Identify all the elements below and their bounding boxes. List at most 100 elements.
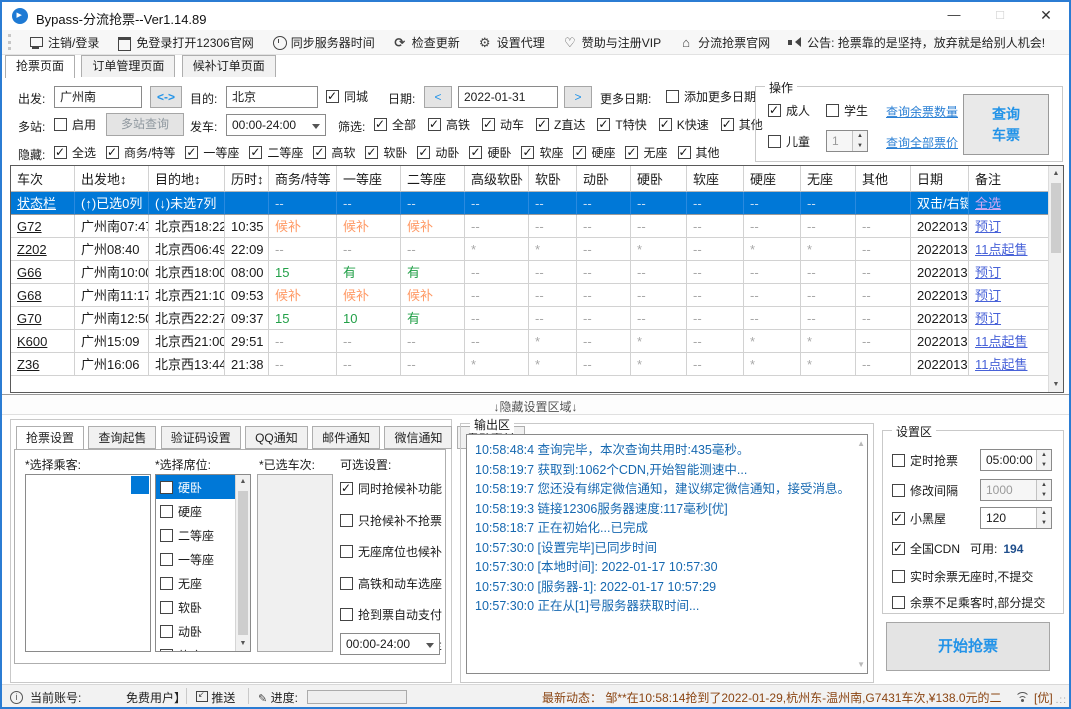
seat-option[interactable]: 二等座	[156, 523, 235, 547]
add-more-dates-checkbox[interactable]: 添加更多日期	[666, 88, 756, 105]
seat-filter-checkbox[interactable]: 其他	[677, 144, 720, 161]
seat-option[interactable]: 无座	[156, 571, 235, 595]
page-tab[interactable]: 订单管理页面	[81, 55, 176, 77]
seat-filter-checkbox[interactable]: 动卧	[417, 144, 459, 161]
same-city-checkbox[interactable]: 同城	[326, 88, 368, 105]
settings-tab[interactable]: 验证码设置	[160, 426, 241, 449]
column-header[interactable]: 日期	[911, 166, 969, 192]
train-number-link[interactable]: G70	[11, 307, 75, 330]
train-type-checkbox[interactable]: 动车	[482, 116, 524, 133]
spinner-arrows-icon[interactable]: ▲ ▼	[1036, 480, 1051, 500]
train-type-checkbox[interactable]: Z直达	[536, 116, 585, 133]
noseat-checkbox[interactable]: 实时余票无座时,不提交	[892, 568, 1033, 585]
seat-filter-checkbox[interactable]: 硬座	[573, 144, 615, 161]
date-input[interactable]: 2022-01-31	[458, 86, 558, 108]
toolbar-item[interactable]: 同步服务器时间	[263, 30, 384, 55]
date-next-button[interactable]: >	[564, 86, 592, 108]
column-header[interactable]: 动卧	[577, 166, 631, 192]
table-row[interactable]: Z36 广州16:06 北京西13:44 21:38 -- -- -- * * …	[11, 353, 1049, 376]
depart-input[interactable]: 广州南	[54, 86, 142, 108]
query-remaining-link[interactable]: 查询余票数量	[886, 103, 958, 120]
train-number-link[interactable]: K600	[11, 330, 75, 353]
child-count-spinner[interactable]: 1 ▲ ▼	[826, 130, 868, 152]
column-header[interactable]: 无座	[801, 166, 856, 192]
passenger-selection-cell[interactable]	[131, 476, 149, 494]
seat-filter-checkbox[interactable]: 软座	[521, 144, 563, 161]
multi-enable-checkbox[interactable]: 启用	[54, 116, 96, 133]
spinner-arrows-icon[interactable]: ▲ ▼	[1036, 450, 1051, 470]
option-checkbox[interactable]: 无座席位也候补	[340, 543, 442, 560]
settings-tab[interactable]: 抢票设置	[16, 426, 85, 450]
spinner-arrows-icon[interactable]: ▲ ▼	[1036, 508, 1051, 528]
train-number-link[interactable]: G68	[11, 284, 75, 307]
table-row[interactable]: G70 广州南12:50 北京西22:27 09:37 15 10 有 -- -…	[11, 307, 1049, 330]
child-checkbox[interactable]: 儿童	[768, 133, 810, 150]
status-row-label[interactable]: 状态栏	[11, 192, 75, 215]
train-number-link[interactable]: Z202	[11, 238, 75, 261]
option-checkbox[interactable]: 高铁和动车选座	[340, 575, 442, 592]
book-link[interactable]: 11点起售	[969, 330, 1049, 353]
train-type-checkbox[interactable]: 全部	[374, 116, 416, 133]
seat-filter-checkbox[interactable]: 硬卧	[469, 144, 511, 161]
toolbar-item[interactable]: 检查更新	[384, 30, 469, 55]
date-prev-button[interactable]: <	[424, 86, 452, 108]
page-tab[interactable]: 抢票页面	[5, 55, 76, 78]
dest-input[interactable]: 北京	[226, 86, 318, 108]
grab-time-combobox[interactable]: 00:00-24:00	[340, 633, 440, 655]
scroll-up-icon[interactable]: ▲	[857, 439, 865, 448]
column-header[interactable]: 出发地↕	[75, 166, 149, 192]
start-grab-button[interactable]: 开始抢票	[886, 622, 1050, 671]
column-header[interactable]: 一等座	[337, 166, 401, 192]
settings-tab[interactable]: 邮件通知	[312, 426, 381, 449]
swap-stations-button[interactable]: <->	[150, 86, 182, 108]
seat-option[interactable]: 动卧	[156, 619, 235, 643]
option-checkbox[interactable]: 同时抢候补功能	[340, 480, 442, 497]
column-header[interactable]: 二等座	[401, 166, 465, 192]
multi-station-query-button[interactable]: 多站查询	[106, 113, 184, 136]
scroll-down-icon[interactable]: ▼	[1049, 377, 1063, 392]
close-button[interactable]: ✕	[1023, 2, 1069, 30]
selected-trains-listbox[interactable]	[257, 474, 333, 652]
settings-tab[interactable]: QQ通知	[245, 426, 308, 449]
interval-spinner[interactable]: 1000 ▲ ▼	[980, 479, 1052, 501]
toolbar-item[interactable]: 设置代理	[469, 30, 554, 55]
toolbar-item[interactable]: 注销/登录	[20, 30, 108, 55]
column-header[interactable]: 软座	[687, 166, 744, 192]
table-row[interactable]: G68 广州南11:17 北京西21:10 09:53 候补 候补 候补 -- …	[11, 284, 1049, 307]
scroll-down-icon[interactable]: ▼	[857, 660, 865, 669]
table-row[interactable]: G66 广州南10:00 北京西18:00 08:00 15 有 有 -- --…	[11, 261, 1049, 284]
toolbar-item[interactable]: 分流抢票官网	[670, 30, 779, 55]
depart-time-combobox[interactable]: 00:00-24:00	[226, 114, 326, 136]
cdn-checkbox[interactable]: 全国CDN	[892, 540, 960, 557]
toolbar-item[interactable]: 公告: 抢票靠的是坚持，放弃就是给别人机会!	[779, 30, 1054, 55]
book-link[interactable]: 预订	[969, 284, 1049, 307]
query-tickets-button[interactable]: 查询 车票	[963, 94, 1049, 155]
seat-filter-checkbox[interactable]: 无座	[625, 144, 668, 161]
adult-checkbox[interactable]: 成人	[768, 102, 810, 119]
seat-filter-checkbox[interactable]: 二等座	[249, 144, 303, 161]
spinner-arrows-icon[interactable]: ▲ ▼	[852, 131, 867, 151]
status-row[interactable]: 状态栏 (↑)已选0列 (↓)未选7列 -- -- -- -- -- -- --…	[11, 192, 1049, 215]
settings-tab[interactable]: 微信通知	[384, 426, 453, 449]
page-tab[interactable]: 候补订单页面	[181, 55, 276, 77]
scroll-down-icon[interactable]: ▼	[236, 637, 250, 651]
train-type-checkbox[interactable]: T特快	[597, 116, 647, 133]
toolbar-item[interactable]: 赞助与注册VIP	[554, 30, 670, 55]
book-link[interactable]: 预订	[969, 307, 1049, 330]
seat-option[interactable]: 硬卧	[156, 475, 235, 499]
column-header[interactable]: 车次	[11, 166, 75, 192]
table-row[interactable]: K600 广州15:09 北京西21:00 29:51 -- -- -- -- …	[11, 330, 1049, 353]
option-checkbox[interactable]: 抢到票自动支付	[340, 606, 442, 623]
select-all-link[interactable]: 全选	[969, 192, 1049, 215]
query-price-link[interactable]: 查询全部票价	[886, 134, 958, 151]
scroll-up-icon[interactable]: ▲	[1049, 166, 1063, 181]
column-header[interactable]: 硬座	[744, 166, 801, 192]
passenger-listbox[interactable]	[25, 474, 151, 652]
scroll-up-icon[interactable]: ▲	[236, 475, 250, 489]
book-link[interactable]: 11点起售	[969, 353, 1049, 376]
table-row[interactable]: G72 广州南07:47 北京西18:22 10:35 候补 候补 候补 -- …	[11, 215, 1049, 238]
push-button[interactable]: 推送	[196, 689, 235, 706]
blackroom-spinner[interactable]: 120 ▲ ▼	[980, 507, 1052, 529]
output-log[interactable]: 10:58:48:4 查询完毕，本次查询共用时:435毫秒。 10:58:19:7…	[466, 434, 868, 674]
option-checkbox[interactable]: 只抢候补不抢票	[340, 512, 442, 529]
